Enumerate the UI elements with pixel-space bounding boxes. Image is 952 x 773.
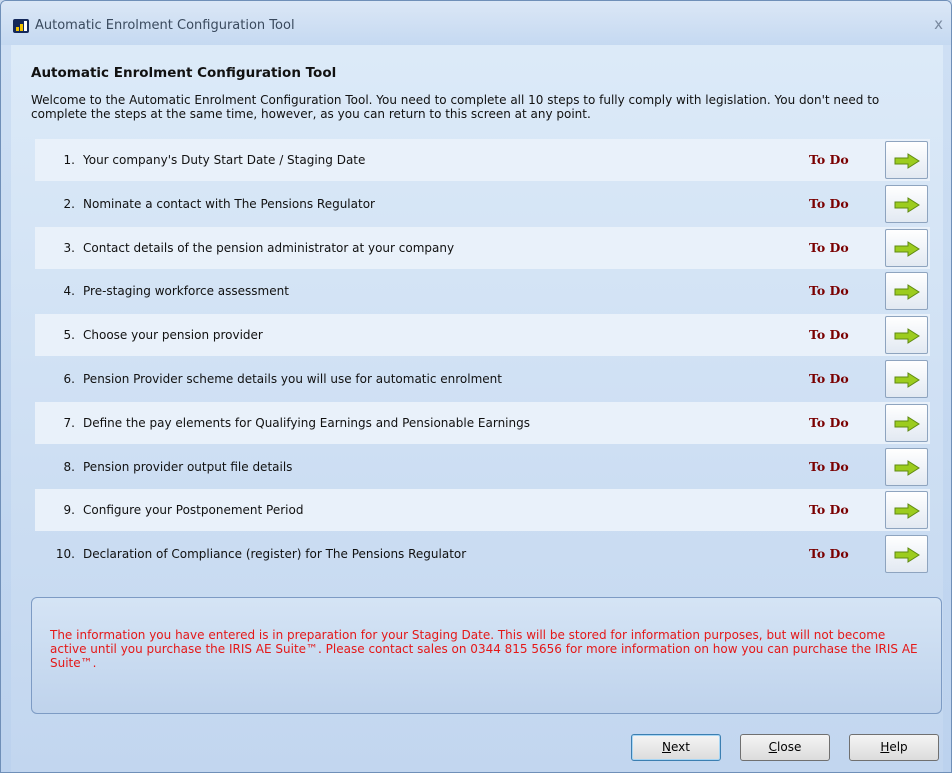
close-button[interactable]: Close bbox=[740, 734, 830, 761]
step-number: 7. bbox=[63, 415, 75, 430]
step-label: Configure your Postponement Period bbox=[83, 503, 304, 518]
step-number: 8. bbox=[63, 459, 75, 474]
step-status: To Do bbox=[809, 458, 849, 474]
step-go-button[interactable] bbox=[885, 316, 928, 355]
dialog-content: Automatic Enrolment Configuration Tool W… bbox=[11, 45, 943, 772]
step-status: To Do bbox=[809, 546, 849, 562]
intro-text: Welcome to the Automatic Enrolment Confi… bbox=[31, 93, 880, 121]
step-label: Choose your pension provider bbox=[83, 328, 263, 343]
green-right-arrow-icon bbox=[894, 328, 920, 345]
green-right-arrow-icon bbox=[894, 503, 920, 520]
step-row: 7. Define the pay elements for Qualifying… bbox=[35, 401, 930, 444]
step-number: 3. bbox=[63, 240, 75, 255]
step-label: Your company's Duty Start Date / Staging… bbox=[83, 153, 366, 167]
step-go-button[interactable] bbox=[885, 184, 928, 223]
step-status: To Do bbox=[809, 239, 849, 255]
step-go-button[interactable] bbox=[885, 272, 928, 311]
next-accelerator: N bbox=[662, 740, 671, 754]
step-status: To Do bbox=[809, 195, 849, 211]
step-row: 5. Choose your pension provider To Do bbox=[35, 314, 930, 357]
step-go-button[interactable] bbox=[885, 403, 928, 442]
step-go-button[interactable] bbox=[885, 228, 928, 267]
help-button[interactable]: Help bbox=[849, 734, 939, 761]
help-label: elp bbox=[889, 740, 908, 754]
green-right-arrow-icon bbox=[894, 153, 920, 169]
green-right-arrow-icon bbox=[894, 240, 920, 257]
page-title: Automatic Enrolment Configuration Tool bbox=[31, 65, 337, 81]
step-label: Contact details of the pension administr… bbox=[83, 240, 455, 255]
step-status: To Do bbox=[809, 152, 849, 167]
window-title: Automatic Enrolment Configuration Tool bbox=[35, 18, 295, 33]
step-number: 10. bbox=[55, 547, 75, 562]
close-label: lose bbox=[777, 740, 802, 754]
step-row: 2. Nominate a contact with The Pensions R… bbox=[35, 183, 930, 225]
step-status: To Do bbox=[809, 502, 849, 518]
step-number: 6. bbox=[63, 372, 75, 386]
step-number: 1. bbox=[63, 153, 75, 167]
step-row: 4. Pre-staging workforce assessment To Do bbox=[35, 270, 930, 312]
step-status: To Do bbox=[809, 327, 849, 343]
step-number: 9. bbox=[63, 503, 75, 518]
step-row: 6. Pension Provider scheme details you wi… bbox=[35, 358, 930, 400]
step-status: To Do bbox=[809, 283, 849, 299]
info-panel: The information you have entered is in p… bbox=[31, 597, 942, 714]
step-label: Declaration of Compliance (register) for… bbox=[83, 547, 467, 562]
step-row: 8. Pension provider output file details To… bbox=[35, 446, 930, 488]
step-go-button[interactable] bbox=[885, 141, 928, 179]
title-bar: Automatic Enrolment Configuration Tool x bbox=[1, 1, 951, 45]
step-number: 4. bbox=[63, 284, 75, 299]
green-right-arrow-icon bbox=[894, 284, 920, 301]
green-right-arrow-icon bbox=[894, 547, 920, 564]
green-right-arrow-icon bbox=[894, 415, 920, 432]
step-label: Pre-staging workforce assessment bbox=[83, 284, 289, 299]
step-row: 9. Configure your Postponement Period To D… bbox=[35, 489, 930, 532]
step-row: 3. Contact details of the pension adminis… bbox=[35, 226, 930, 269]
step-row: 1. Your company's Duty Start Date / Stagi… bbox=[35, 139, 930, 181]
step-label: Pension Provider scheme details you will… bbox=[83, 372, 502, 386]
step-number: 2. bbox=[63, 196, 75, 211]
green-right-arrow-icon bbox=[894, 196, 920, 213]
close-window-icon[interactable]: x bbox=[934, 15, 943, 33]
app-icon bbox=[13, 19, 29, 33]
close-accelerator: C bbox=[768, 740, 778, 754]
step-status: To Do bbox=[809, 414, 849, 430]
step-label: Pension provider output file details bbox=[83, 459, 293, 474]
green-right-arrow-icon bbox=[894, 459, 920, 476]
config-tool-window: Automatic Enrolment Configuration Tool x… bbox=[0, 0, 952, 773]
next-button[interactable]: Next bbox=[631, 734, 721, 761]
step-row: 10. Declaration of Compliance (register) … bbox=[35, 533, 930, 575]
step-go-button[interactable] bbox=[885, 447, 928, 486]
step-go-button[interactable] bbox=[885, 491, 928, 530]
info-message: The information you have entered is in p… bbox=[50, 628, 918, 670]
help-accelerator: H bbox=[880, 740, 890, 754]
step-number: 5. bbox=[63, 328, 75, 343]
step-label: Nominate a contact with The Pensions Reg… bbox=[83, 196, 375, 211]
green-right-arrow-icon bbox=[894, 372, 920, 388]
step-go-button[interactable] bbox=[885, 360, 928, 398]
next-label: ext bbox=[671, 740, 690, 754]
step-go-button[interactable] bbox=[885, 535, 928, 574]
step-status: To Do bbox=[809, 371, 849, 386]
step-label: Define the pay elements for Qualifying E… bbox=[83, 415, 530, 430]
